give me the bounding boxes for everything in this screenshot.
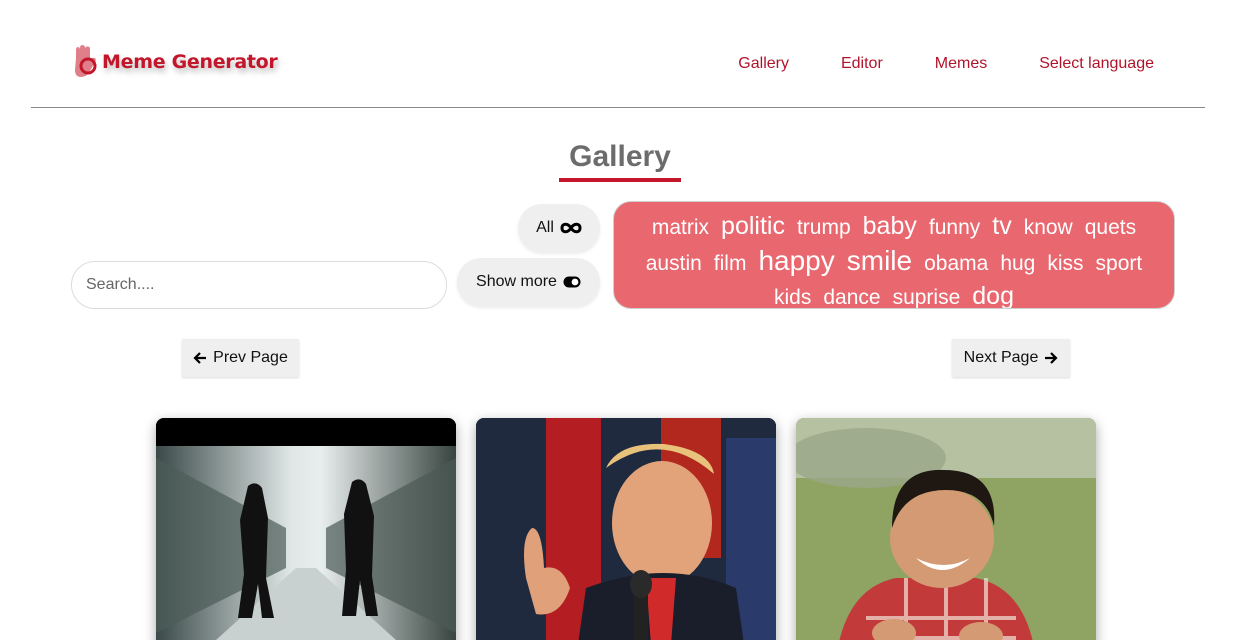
- tag-happy[interactable]: happy: [758, 244, 834, 277]
- tag-tv[interactable]: tv: [992, 210, 1011, 243]
- page-title-wrap: Gallery: [0, 140, 1240, 182]
- tag-austin[interactable]: austin: [646, 247, 702, 280]
- matrix-meme-image: [156, 418, 456, 640]
- tag-kiss[interactable]: kiss: [1047, 247, 1083, 280]
- prev-page-label: Prev Page: [213, 349, 288, 366]
- next-page-label: Next Page: [963, 349, 1039, 366]
- toggle-icon: [563, 276, 581, 288]
- site-header: Meme Generator Gallery Editor Memes Sele…: [0, 0, 1240, 108]
- gallery-card-baby[interactable]: [796, 418, 1096, 640]
- header-divider: [31, 107, 1205, 108]
- nav-gallery[interactable]: Gallery: [738, 55, 789, 73]
- next-page-button[interactable]: Next Page: [952, 339, 1070, 377]
- gallery-card-trump[interactable]: [476, 418, 776, 640]
- tag-suprise[interactable]: suprise: [893, 281, 961, 308]
- tag-sport[interactable]: sport: [1096, 247, 1143, 280]
- baby-meme-image: [796, 418, 1096, 640]
- search-input[interactable]: [71, 261, 447, 309]
- tag-kids[interactable]: kids: [774, 281, 811, 308]
- tag-smile[interactable]: smile: [847, 244, 912, 277]
- logo[interactable]: Meme Generator: [72, 44, 278, 80]
- tag-dog[interactable]: dog: [972, 280, 1014, 308]
- tag-film[interactable]: film: [714, 247, 747, 280]
- nav-select-language[interactable]: Select language: [1039, 55, 1154, 73]
- prev-page-button[interactable]: Prev Page: [182, 339, 299, 377]
- tag-quets[interactable]: quets: [1085, 211, 1136, 244]
- tag-baby[interactable]: baby: [863, 210, 917, 243]
- tag-funny[interactable]: funny: [929, 211, 980, 244]
- all-filter-label: All: [536, 219, 554, 236]
- arrow-right-icon: [1045, 352, 1058, 364]
- nav-memes[interactable]: Memes: [935, 55, 987, 73]
- tag-cloud: matrix politic trump baby funny tv know …: [613, 201, 1175, 309]
- tag-hug[interactable]: hug: [1000, 247, 1035, 280]
- page-title: Gallery: [559, 140, 681, 182]
- tag-dance[interactable]: dance: [823, 281, 880, 308]
- all-filter-button[interactable]: All: [518, 204, 600, 252]
- tag-know[interactable]: know: [1024, 211, 1073, 244]
- main-nav: Gallery Editor Memes Select language: [738, 55, 1154, 73]
- tag-obama[interactable]: obama: [924, 247, 988, 280]
- gallery-card-matrix[interactable]: [156, 418, 456, 640]
- infinity-icon: [560, 222, 582, 234]
- show-more-label: Show more: [476, 273, 557, 290]
- trump-meme-image: [476, 418, 776, 640]
- nav-editor[interactable]: Editor: [841, 55, 883, 73]
- tag-politic[interactable]: politic: [721, 210, 785, 243]
- tag-matrix[interactable]: matrix: [652, 211, 709, 244]
- hand-logo-icon: [75, 45, 97, 77]
- arrow-left-icon: [193, 352, 207, 364]
- tag-trump[interactable]: trump: [797, 211, 851, 244]
- brand-name: Meme Generator: [102, 51, 278, 73]
- show-more-button[interactable]: Show more: [457, 258, 600, 306]
